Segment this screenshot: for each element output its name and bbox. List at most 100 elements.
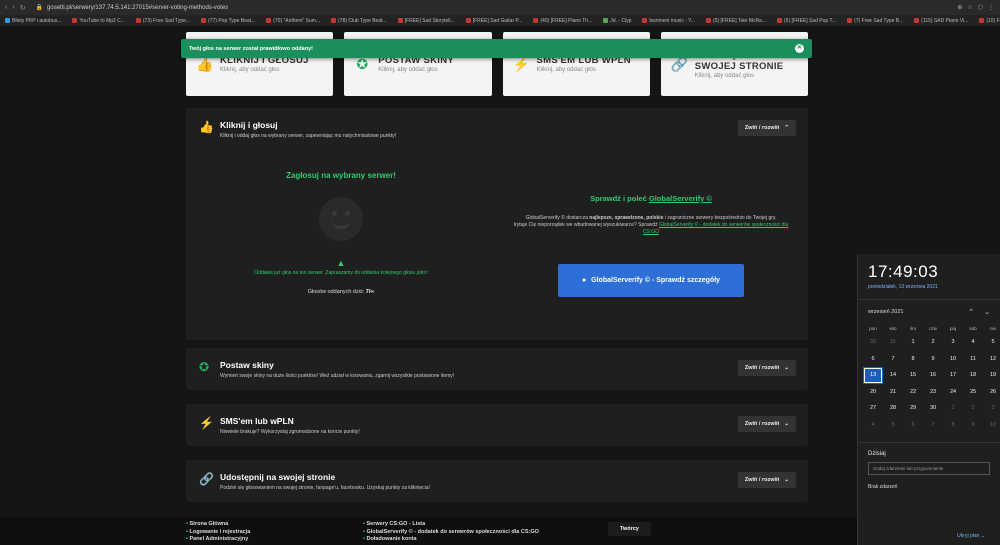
chevron-down-icon[interactable]: ⌄ bbox=[984, 308, 990, 316]
footer-link[interactable]: Strona Główna bbox=[186, 521, 250, 527]
calendar-day[interactable]: 8 bbox=[903, 351, 923, 368]
calendar-day[interactable]: 31 bbox=[883, 334, 903, 351]
card-sub: Kliknij, aby oddać głos bbox=[536, 67, 596, 73]
calendar-day[interactable]: 9 bbox=[963, 417, 983, 434]
bookmark-item[interactable]: [FREE] Sad Guitar P... bbox=[465, 18, 522, 24]
calendar-day[interactable]: 7 bbox=[923, 417, 943, 434]
section-desc: Podziel się głosowaniem na swojej stroni… bbox=[220, 485, 430, 491]
gs-description: GlobalServerify © dostarcza najlepsze, s… bbox=[513, 215, 789, 235]
bookmark-item[interactable]: (73) Free Sad Type... bbox=[135, 18, 190, 24]
star-icon[interactable]: ☆ bbox=[967, 4, 972, 11]
link-icon: 🔗 bbox=[199, 472, 214, 486]
bookmark-item[interactable]: bezimeni music - Y... bbox=[642, 18, 695, 24]
url-text[interactable]: gosetti.pl/serwery/137.74.5.141:27015#se… bbox=[47, 5, 228, 11]
bookmark-item[interactable]: (5) [FREE] Tate McRa... bbox=[706, 18, 766, 24]
bookmark-item[interactable]: (78) Club Type Beat... bbox=[331, 18, 387, 24]
calendar-day[interactable]: 10 bbox=[943, 351, 963, 368]
hide-plan-link[interactable]: Ukryj plan ⌄ bbox=[957, 533, 985, 539]
bookmark-item[interactable]: (77) Pop Type Beat... bbox=[201, 18, 255, 24]
calendar-day[interactable]: 1 bbox=[903, 334, 923, 351]
calendar-day[interactable]: 5 bbox=[883, 417, 903, 434]
close-icon[interactable]: ✕ bbox=[795, 44, 804, 53]
footer-links-right: Serwery CS:GO - Lista GlobalServerify © … bbox=[363, 521, 539, 544]
calendar-day[interactable]: 2 bbox=[963, 400, 983, 417]
clock-date[interactable]: poniedziałek, 13 września 2021 bbox=[868, 284, 1000, 290]
footer-link[interactable]: Doładowanie konta bbox=[363, 536, 539, 542]
bookmark-item[interactable]: (10) Free Sad Type... bbox=[979, 18, 1000, 24]
calendar-day[interactable]: 4 bbox=[863, 417, 883, 434]
bookmark-item[interactable]: Bilety PKP i autobus... bbox=[5, 18, 61, 24]
globalserverify-panel: Sprawdź i poleć GlobalServerify © Global… bbox=[506, 194, 796, 297]
bookmark-item[interactable]: (5) [FREE] Sad Pop T... bbox=[777, 18, 836, 24]
calendar-day[interactable]: 10 bbox=[983, 417, 1000, 434]
calendar-day[interactable]: 7 bbox=[883, 351, 903, 368]
collapse-toggle-button[interactable]: Zwiń / rozwiń ⌃ bbox=[737, 120, 796, 136]
bookmark-item[interactable]: YouTube to Mp3 C... bbox=[72, 18, 125, 24]
gs-link[interactable]: GlobalServerify © bbox=[649, 194, 712, 203]
bookmark-item[interactable]: (115) SAD Piano Vi... bbox=[914, 18, 968, 24]
calendar-day[interactable]: 21 bbox=[883, 384, 903, 401]
calendar-day[interactable]: 9 bbox=[923, 351, 943, 368]
event-input[interactable]: Dodaj zdarzenie lub przypomnienie bbox=[868, 462, 990, 475]
footer-link[interactable]: Logowanie i rejestracja bbox=[186, 529, 250, 535]
calendar-day[interactable]: 27 bbox=[863, 400, 883, 417]
chevron-up-icon[interactable]: ⌃ bbox=[968, 308, 974, 316]
bookmark-favicon-icon bbox=[603, 18, 609, 23]
calendar-day[interactable]: 1 bbox=[943, 400, 963, 417]
calendar-day[interactable]: 23 bbox=[923, 384, 943, 401]
calendar-day[interactable]: 2 bbox=[923, 334, 943, 351]
calendar-day[interactable]: 20 bbox=[863, 384, 883, 401]
back-icon[interactable]: ‹ bbox=[5, 4, 7, 12]
bookmark-item[interactable]: (40) [FREE] Piano Th... bbox=[533, 18, 592, 24]
calendar-day[interactable]: 29 bbox=[903, 400, 923, 417]
bookmark-favicon-icon bbox=[135, 18, 141, 23]
calendar-day[interactable]: 6 bbox=[863, 351, 883, 368]
gs-addon-link[interactable]: GlobalServerify © - dodatek do serwerów … bbox=[643, 222, 788, 235]
extensions-icon[interactable]: ⬡ bbox=[978, 4, 983, 11]
calendar-day[interactable]: 24 bbox=[943, 384, 963, 401]
calendar-day[interactable]: 11 bbox=[963, 351, 983, 368]
bookmark-item[interactable]: (70) "Anthem" Sum... bbox=[266, 18, 320, 24]
expand-toggle-button[interactable]: Zwiń / rozwiń ⌄ bbox=[737, 472, 796, 488]
footer-link[interactable]: GlobalServerify © - dodatek do serwerów … bbox=[363, 529, 538, 535]
calendar-day[interactable]: 26 bbox=[983, 384, 1000, 401]
bookmark-favicon-icon bbox=[706, 18, 712, 23]
calendar-day[interactable]: 17 bbox=[943, 367, 963, 384]
bookmark-item[interactable]: (7) Free Sad Type B... bbox=[847, 18, 903, 24]
gs-details-button[interactable]: ● GlobalServerify © - Sprawdź szczegóły bbox=[558, 264, 744, 297]
calendar-day[interactable]: 18 bbox=[963, 367, 983, 384]
footer: Strona Główna Logowanie i rejestracja Pa… bbox=[0, 517, 1000, 545]
calendar-day[interactable]: 8 bbox=[943, 417, 963, 434]
menu-icon[interactable]: ⋮ bbox=[988, 4, 994, 11]
calendar-day[interactable]: 14 bbox=[883, 367, 903, 384]
calendar-day[interactable]: 4 bbox=[963, 334, 983, 351]
calendar-day[interactable]: 22 bbox=[903, 384, 923, 401]
calendar-day[interactable]: 5 bbox=[983, 334, 1000, 351]
calendar-day-today[interactable]: 13 bbox=[863, 367, 883, 384]
calendar-day[interactable]: 25 bbox=[963, 384, 983, 401]
toast-text: Twój głos na serwer został prawidłowo od… bbox=[189, 45, 313, 52]
calendar-day[interactable]: 3 bbox=[983, 400, 1000, 417]
calendar-day[interactable]: 16 bbox=[923, 367, 943, 384]
footer-link[interactable]: Panel Administracyjny bbox=[186, 536, 250, 542]
calendar-day[interactable]: 30 bbox=[863, 334, 883, 351]
bookmark-item[interactable]: Jd. - Clyp bbox=[603, 18, 631, 24]
footer-link[interactable]: Serwery CS:GO - Lista bbox=[363, 521, 539, 527]
zoom-icon[interactable]: ⊕ bbox=[957, 4, 962, 11]
authors-button[interactable]: Twórcy bbox=[608, 522, 651, 536]
calendar-day[interactable]: 28 bbox=[883, 400, 903, 417]
calendar-day[interactable]: 30 bbox=[923, 400, 943, 417]
reload-icon[interactable]: ↻ bbox=[20, 4, 26, 12]
calendar-day[interactable]: 19 bbox=[983, 367, 1000, 384]
calendar-day[interactable]: 12 bbox=[983, 351, 1000, 368]
bolt-icon: ⚡ bbox=[199, 416, 214, 430]
calendar-day[interactable]: 6 bbox=[903, 417, 923, 434]
calendar-day[interactable]: 15 bbox=[903, 367, 923, 384]
expand-toggle-button[interactable]: Zwiń / rozwiń ⌄ bbox=[737, 416, 796, 432]
today-label: Dzisiaj bbox=[868, 451, 886, 457]
calendar-month[interactable]: wrzesień 2021 bbox=[868, 309, 903, 315]
forward-icon[interactable]: › bbox=[12, 4, 14, 12]
calendar-day[interactable]: 3 bbox=[943, 334, 963, 351]
expand-toggle-button[interactable]: Zwiń / rozwiń ⌄ bbox=[737, 360, 796, 376]
bookmark-item[interactable]: [FREE] Sad Storytell... bbox=[397, 18, 455, 24]
